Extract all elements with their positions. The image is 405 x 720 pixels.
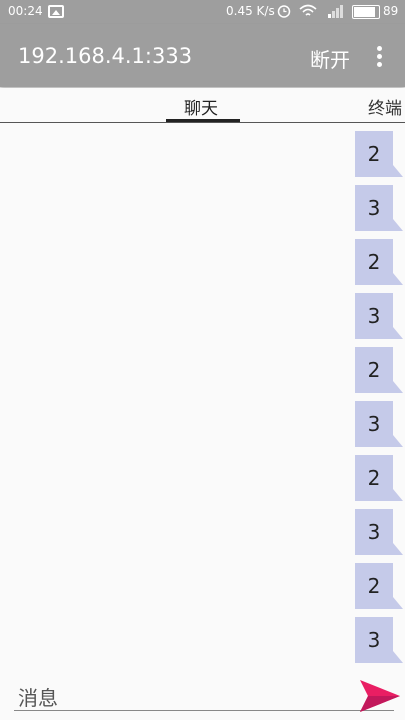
signal-icon xyxy=(328,5,343,18)
message-bubble: 3 xyxy=(355,293,403,339)
disconnect-button[interactable]: 断开 xyxy=(310,44,350,73)
tab-chat[interactable]: 聊天 xyxy=(184,94,218,119)
message-bubble: 3 xyxy=(355,185,403,231)
divider xyxy=(0,122,405,123)
battery-icon xyxy=(352,5,380,19)
page-title: 192.168.4.1:333 xyxy=(18,44,193,68)
compose-bar: 消息 xyxy=(0,672,405,720)
message-list[interactable]: 2 3 2 3 2 3 2 3 2 3 xyxy=(0,124,405,672)
message-bubble: 2 xyxy=(355,131,403,177)
message-bubble: 2 xyxy=(355,455,403,501)
status-bar: 00:24 0.45 K/s 89 xyxy=(0,0,405,24)
message-input[interactable]: 消息 xyxy=(18,682,58,711)
message-bubble: 3 xyxy=(355,509,403,555)
input-underline xyxy=(14,710,394,711)
send-icon[interactable] xyxy=(358,676,402,716)
message-bubble: 2 xyxy=(355,239,403,285)
message-bubble: 3 xyxy=(355,617,403,663)
battery-level: 89 xyxy=(383,4,399,18)
message-bubble: 3 xyxy=(355,401,403,447)
app-bar: 192.168.4.1:333 断开 xyxy=(0,24,405,87)
tab-bar: 聊天 终端 xyxy=(0,88,405,124)
status-time: 00:24 xyxy=(8,4,43,18)
message-bubble: 2 xyxy=(355,563,403,609)
more-options-icon[interactable] xyxy=(374,46,384,68)
wifi-icon xyxy=(299,4,317,16)
tab-terminal[interactable]: 终端 xyxy=(368,94,402,119)
message-bubble: 2 xyxy=(355,347,403,393)
network-speed: 0.45 K/s xyxy=(226,4,275,18)
image-notification-icon xyxy=(48,5,64,18)
alarm-icon xyxy=(277,5,291,18)
